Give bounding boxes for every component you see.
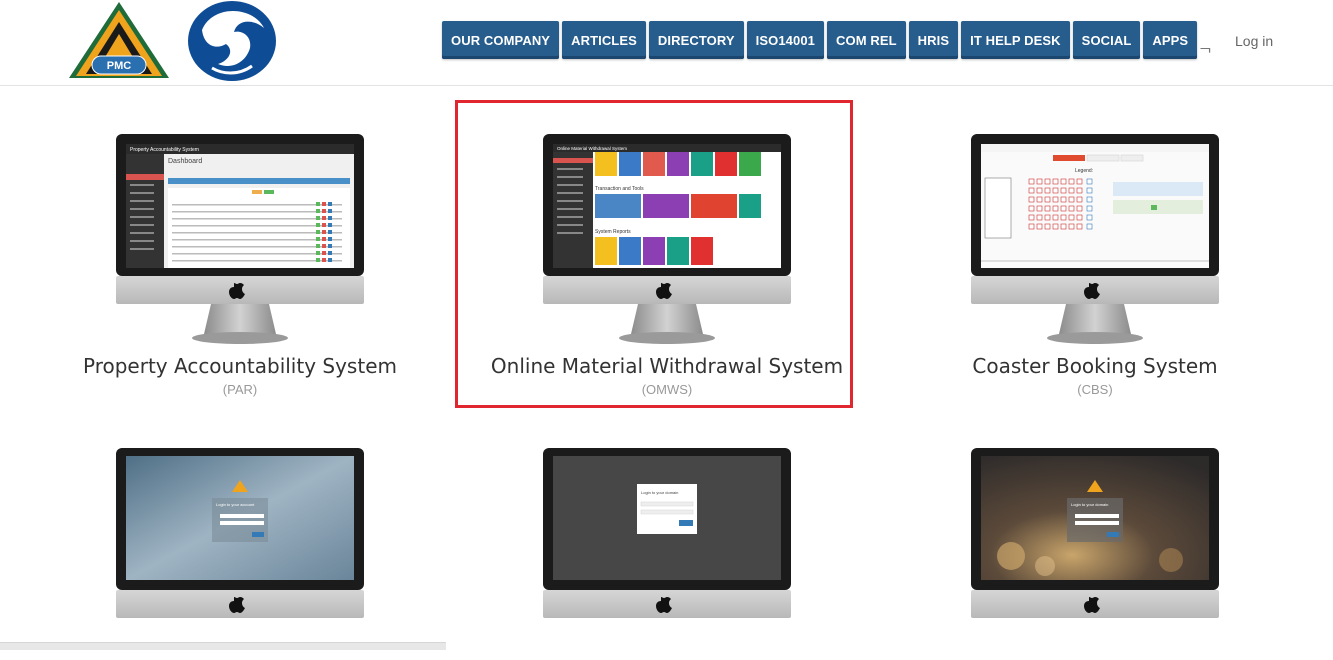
nav-hris[interactable]: HRIS	[908, 21, 959, 59]
nav-it-help-desk[interactable]: IT HELP DESK	[961, 21, 1070, 59]
nav-com-rel[interactable]: COM REL	[827, 21, 906, 59]
app-5-screenshot[interactable]: Login to your domain	[543, 448, 791, 660]
svg-text:Transaction and Tools: Transaction and Tools	[595, 186, 644, 192]
nav-iso14001[interactable]: ISO14001	[746, 21, 825, 59]
app-title[interactable]: Online Material Withdrawal System	[467, 354, 867, 378]
cbs-screenshot[interactable]: Legend:	[971, 134, 1219, 346]
pmc-logo[interactable]: PMC	[64, 0, 174, 82]
app-abbreviation: (PAR)	[222, 382, 258, 397]
svg-text:Dashboard: Dashboard	[168, 158, 202, 165]
login-link[interactable]: Log in	[1235, 33, 1273, 49]
app-title[interactable]: Property Accountability System	[40, 354, 440, 378]
nav-directory[interactable]: DIRECTORY	[648, 21, 744, 59]
app-abbreviation: (OMWS)	[641, 382, 693, 397]
app-6-screenshot[interactable]: Login to your domain	[971, 448, 1219, 660]
search-icon[interactable]: ᆨ	[1198, 32, 1213, 56]
omws-screenshot[interactable]: Online Material Withdrawal System Transa…	[543, 134, 791, 346]
nav-social[interactable]: SOCIAL	[1072, 21, 1141, 59]
app-card-cbs[interactable]: Coaster Booking System (CBS)	[895, 354, 1295, 397]
svg-text:Login to your account: Login to your account	[216, 502, 255, 507]
svg-text:Login to your domain: Login to your domain	[641, 490, 678, 495]
site-header: PMC OUR COMPANY ARTICLES DIRECTORY ISO14…	[0, 0, 1333, 86]
company-emblem-logo[interactable]	[182, 0, 282, 82]
nav-our-company[interactable]: OUR COMPANY	[442, 21, 560, 59]
svg-text:Property Accountability System: Property Accountability System	[130, 147, 199, 153]
main-nav: OUR COMPANY ARTICLES DIRECTORY ISO14001 …	[442, 21, 1198, 59]
nav-articles[interactable]: ARTICLES	[562, 21, 646, 59]
nav-apps[interactable]: APPS	[1143, 21, 1198, 59]
svg-text:Login to your domain: Login to your domain	[1071, 502, 1108, 507]
par-screenshot[interactable]: Property Accountability System Dashboard	[116, 134, 364, 346]
app-title[interactable]: Coaster Booking System	[895, 354, 1295, 378]
app-abbreviation: (CBS)	[1077, 382, 1113, 397]
pmc-logo-text: PMC	[107, 60, 132, 72]
app-4-screenshot[interactable]: Login to your account	[116, 448, 364, 660]
svg-text:Online Material Withdrawal Sys: Online Material Withdrawal System	[557, 146, 627, 151]
svg-text:System Reports: System Reports	[595, 229, 631, 235]
svg-text:Legend:: Legend:	[1075, 168, 1093, 174]
app-card-par[interactable]: Property Accountability System (PAR)	[40, 354, 440, 397]
app-card-omws[interactable]: Online Material Withdrawal System (OMWS)	[467, 354, 867, 397]
